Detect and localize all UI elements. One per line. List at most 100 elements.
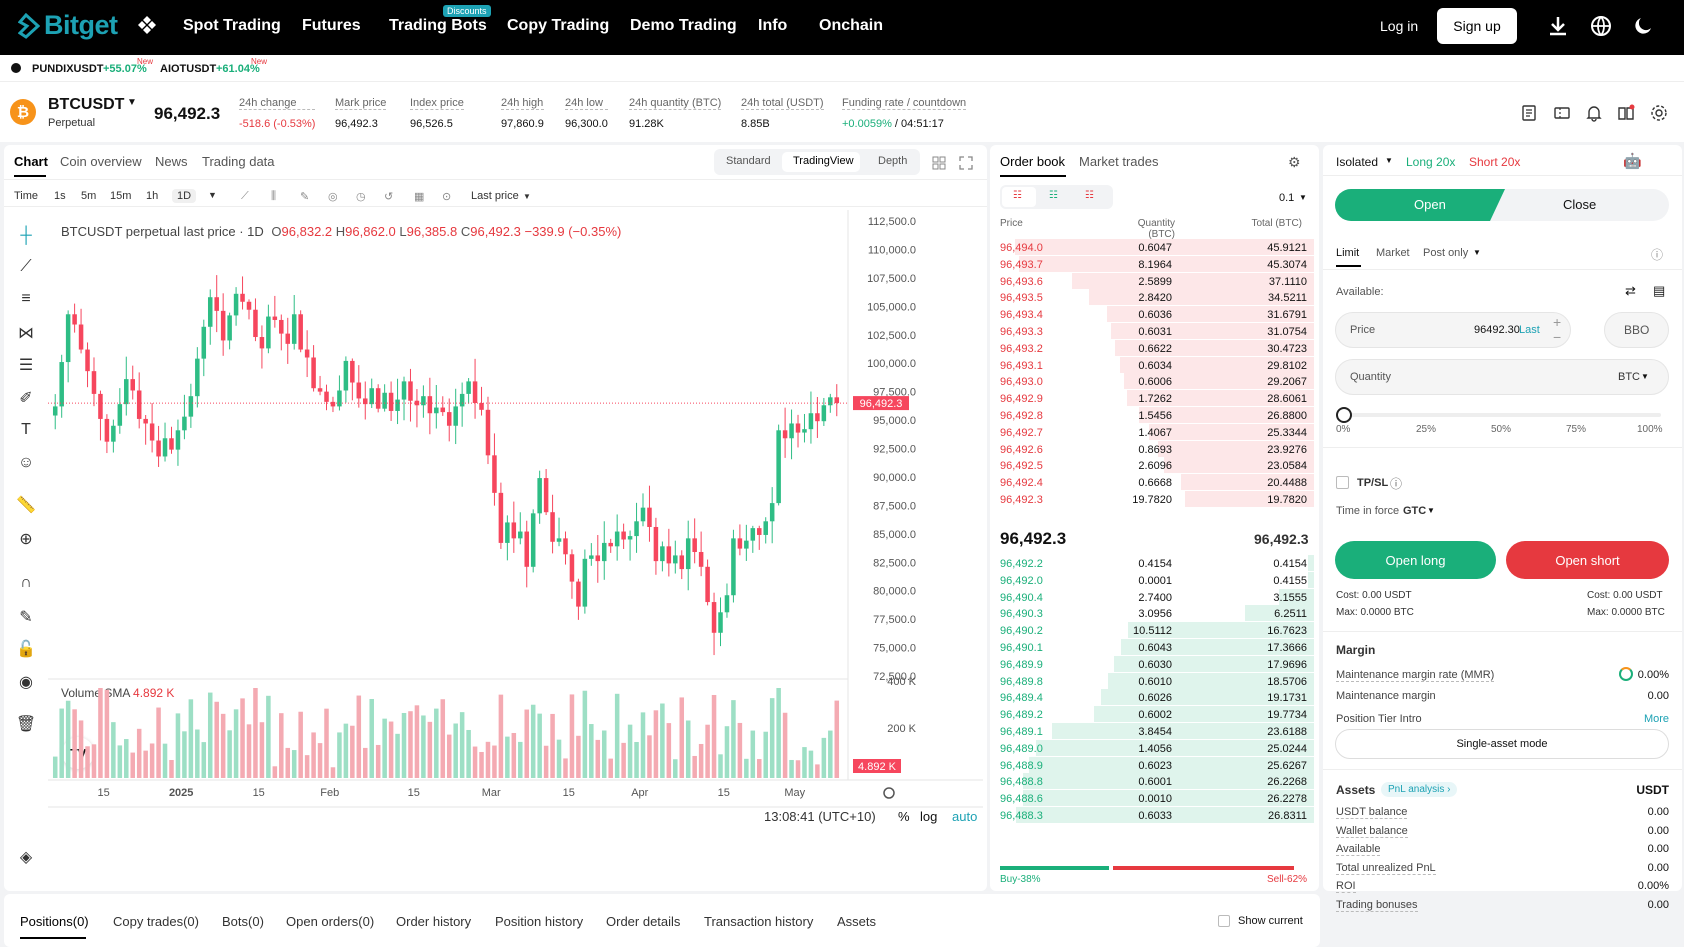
price-last-link[interactable]: Last <box>1519 324 1540 336</box>
tif-selector[interactable]: GTC <box>1403 505 1426 517</box>
timeframe-time[interactable]: Time <box>14 190 38 202</box>
ask-row[interactable]: 96,493.1 0.6034 29.8102 <box>998 356 1314 374</box>
precision-selector[interactable]: 0.1 <box>1279 192 1294 204</box>
bell-icon[interactable] <box>1585 104 1603 122</box>
view-both-icon[interactable]: ☷ <box>1013 190 1022 201</box>
bid-row[interactable]: 96,490.4 2.7400 3.1555 <box>998 588 1314 606</box>
ticket-icon[interactable] <box>1553 104 1571 122</box>
bid-row[interactable]: 96,488.3 0.6033 26.8311 <box>998 806 1314 824</box>
ask-row[interactable]: 96,492.6 0.8693 23.9276 <box>998 440 1314 458</box>
timeframe-dropdown-icon[interactable]: ▼ <box>208 190 217 200</box>
ask-row[interactable]: 96,492.7 1.4067 25.3344 <box>998 423 1314 441</box>
ticker-symbol[interactable]: PUNDIXUSDT <box>32 63 104 75</box>
nav-onchain[interactable]: Onchain <box>819 17 883 35</box>
bbo-button[interactable]: BBO <box>1604 312 1669 348</box>
tab-market-trades[interactable]: Market trades <box>1079 154 1158 169</box>
pnl-analysis-link[interactable]: PnL analysis › <box>1381 782 1458 797</box>
nav-trading-bots[interactable]: Trading Bots <box>389 17 487 35</box>
book-price[interactable]: 96,493.1 <box>1000 360 1043 372</box>
timeframe-1h[interactable]: 1h <box>146 190 158 202</box>
open-tab[interactable]: Open <box>1414 197 1446 212</box>
percent-scale-toggle[interactable]: % <box>898 809 910 824</box>
tif-caret-icon[interactable]: ▼ <box>1427 506 1435 515</box>
auto-scale-toggle[interactable]: auto <box>952 809 977 824</box>
apps-grid-icon[interactable] <box>137 15 157 35</box>
book-price[interactable]: 96,490.3 <box>1000 608 1043 620</box>
crosshair-icon[interactable]: ┼ <box>15 227 37 249</box>
price-type-caret-icon[interactable]: ▼ <box>523 192 531 201</box>
bottom-tab[interactable]: Order history <box>396 914 471 929</box>
download-icon[interactable] <box>1546 14 1570 38</box>
log-scale-toggle[interactable]: log <box>920 809 937 824</box>
open-short-button[interactable]: Open short <box>1506 541 1669 579</box>
book-price[interactable]: 96,488.6 <box>1000 793 1043 805</box>
book-price[interactable]: 96,492.0 <box>1000 575 1043 587</box>
book-price[interactable]: 96,493.2 <box>1000 343 1043 355</box>
ask-row[interactable]: 96,493.4 0.6036 31.6791 <box>998 305 1314 323</box>
zoom-in-icon[interactable]: ⊕ <box>15 529 37 551</box>
close-tab[interactable]: Close <box>1563 197 1596 212</box>
emoji-icon[interactable]: ☺ <box>15 454 37 476</box>
ask-row[interactable]: 96,492.3 19.7820 19.7820 <box>998 490 1314 508</box>
tab-coin-overview[interactable]: Coin overview <box>60 154 142 169</box>
bid-row[interactable]: 96,490.3 3.0956 6.2511 <box>998 604 1314 622</box>
fullscreen-icon[interactable] <box>959 156 973 170</box>
caret-down-icon[interactable]: ▼ <box>127 97 137 108</box>
precision-caret-icon[interactable]: ▼ <box>1299 193 1307 202</box>
bottom-tab[interactable]: Open orders(0) <box>286 914 374 929</box>
bid-row[interactable]: 96,490.2 10.5112 16.7623 <box>998 621 1314 639</box>
price-decrement-icon[interactable]: − <box>1553 329 1561 345</box>
book-price[interactable]: 96,489.0 <box>1000 743 1043 755</box>
layout-grid-icon[interactable] <box>932 156 946 170</box>
guide-book-icon[interactable] <box>1617 104 1635 122</box>
ask-row[interactable]: 96,492.9 1.7262 28.6061 <box>998 389 1314 407</box>
tpsl-info-icon[interactable]: ⓘ <box>1390 475 1402 492</box>
book-price[interactable]: 96,492.2 <box>1000 558 1043 570</box>
show-current-checkbox[interactable] <box>1218 915 1230 927</box>
book-price[interactable]: 96,492.7 <box>1000 427 1043 439</box>
timeframe-1s[interactable]: 1s <box>54 190 66 202</box>
book-price[interactable]: 96,490.1 <box>1000 642 1043 654</box>
trend-line-icon[interactable]: ⟋ <box>15 258 37 280</box>
ask-row[interactable]: 96,492.4 0.6668 20.4488 <box>998 473 1314 491</box>
bid-row[interactable]: 96,492.0 0.0001 0.4155 <box>998 571 1314 589</box>
ask-row[interactable]: 96,493.7 8.1964 45.3074 <box>998 255 1314 273</box>
book-price[interactable]: 96,490.2 <box>1000 625 1043 637</box>
theme-moon-icon[interactable] <box>1631 14 1655 38</box>
bottom-tab[interactable]: Transaction history <box>704 914 813 929</box>
trash-icon[interactable]: 🗑 <box>15 714 37 736</box>
filter-settings-icon[interactable]: ⚙ <box>1288 154 1301 171</box>
alarm-clock-icon[interactable]: ◷ <box>356 190 366 203</box>
lock-pencil-icon[interactable]: ✎ <box>15 607 37 629</box>
book-price[interactable]: 96,492.8 <box>1000 410 1043 422</box>
margin-mode-caret-icon[interactable]: ▼ <box>1385 156 1393 165</box>
ruler-icon[interactable]: 📏 <box>15 495 37 517</box>
timeframe-1d[interactable]: 1D <box>172 189 197 203</box>
layers-icon[interactable]: ◈ <box>15 847 37 869</box>
book-price[interactable]: 96,489.1 <box>1000 726 1043 738</box>
nav-demo-trading[interactable]: Demo Trading <box>630 17 737 35</box>
book-price[interactable]: 96,490.4 <box>1000 592 1043 604</box>
book-price[interactable]: 96,488.3 <box>1000 810 1043 822</box>
text-tool-icon[interactable]: T <box>15 421 37 443</box>
draw-pencil-icon[interactable]: ✎ <box>300 190 309 203</box>
mode-depth[interactable]: Depth <box>878 155 907 167</box>
symbol-selector[interactable]: BTCUSDT <box>48 96 124 114</box>
ask-row[interactable]: 96,493.0 0.6006 29.2067 <box>998 372 1314 390</box>
book-price[interactable]: 96,492.6 <box>1000 444 1043 456</box>
unit-caret-icon[interactable]: ▼ <box>1641 372 1649 381</box>
order-type-market[interactable]: Market <box>1376 247 1410 259</box>
bid-row[interactable]: 96,489.4 0.6026 19.1731 <box>998 688 1314 706</box>
price-value[interactable]: 96492.30 <box>1474 324 1520 336</box>
quantity-slider-track[interactable] <box>1343 413 1661 417</box>
timeframe-15m[interactable]: 15m <box>110 190 131 202</box>
bitget-logo[interactable]: Bitget <box>18 10 118 41</box>
book-price[interactable]: 96,489.4 <box>1000 692 1043 704</box>
bottom-tab[interactable]: Order details <box>606 914 680 929</box>
pattern-icon[interactable]: ⋈ <box>15 323 37 345</box>
bottom-tab[interactable]: Copy trades(0) <box>113 914 199 929</box>
lock-icon[interactable]: 🔓 <box>15 639 37 661</box>
bid-row[interactable]: 96,488.9 0.6023 25.6267 <box>998 756 1314 774</box>
ask-row[interactable]: 96,492.5 2.6096 23.0584 <box>998 456 1314 474</box>
bid-row[interactable]: 96,492.2 0.4154 0.4154 <box>998 554 1314 572</box>
